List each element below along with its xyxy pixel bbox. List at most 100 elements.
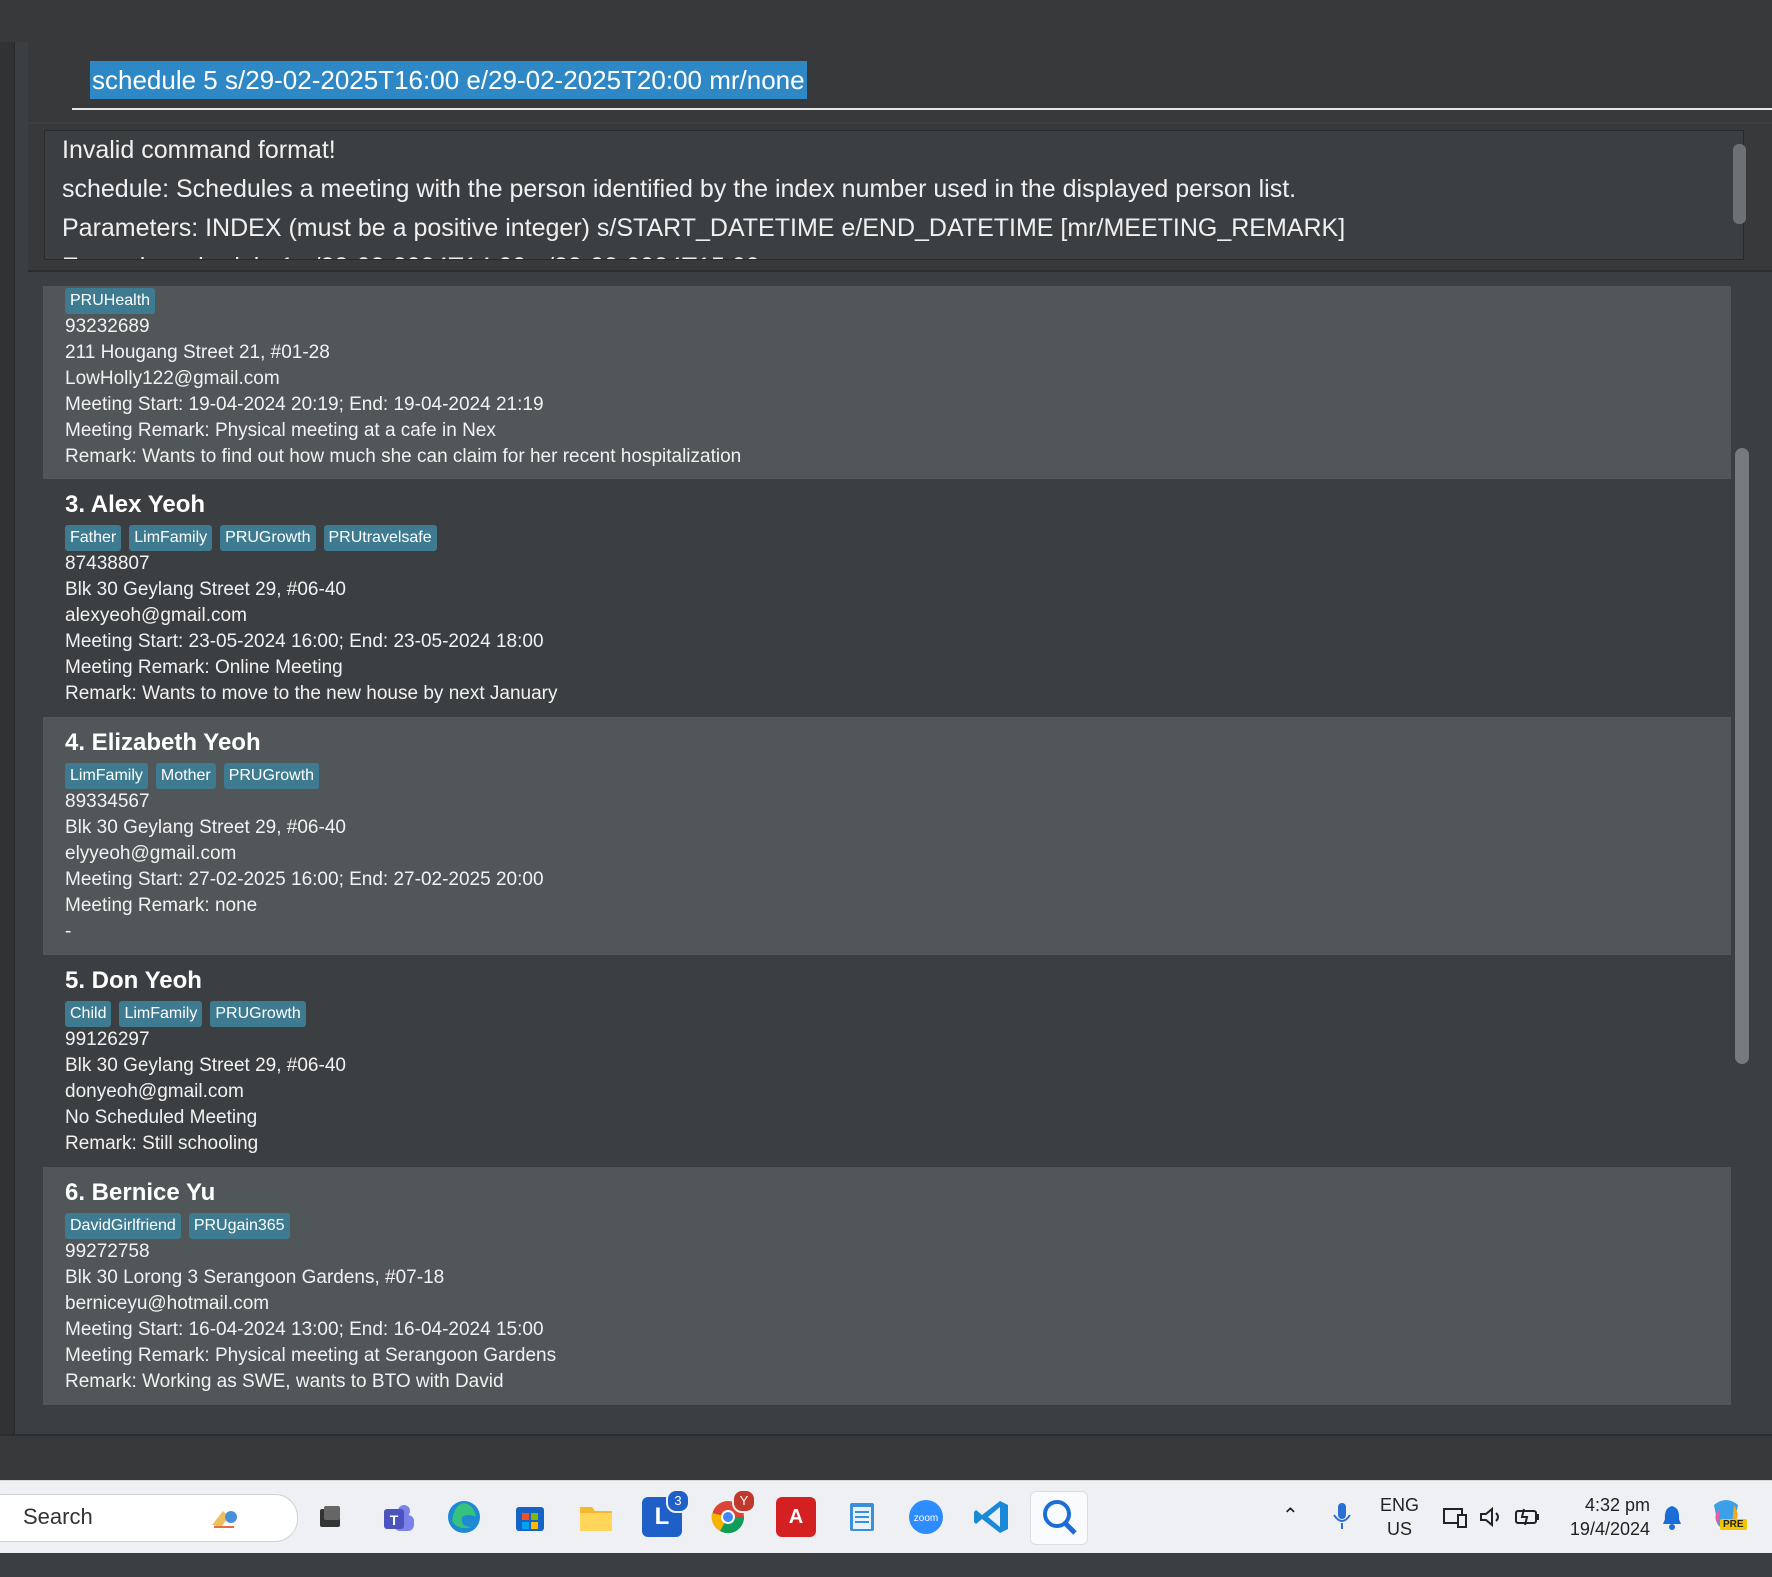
tag-row: PRUHealth: [65, 288, 1731, 314]
person-phone: 87438807: [65, 553, 150, 574]
chrome-icon[interactable]: Y: [708, 1489, 756, 1537]
result-display-container: Invalid command format! schedule: Schedu…: [28, 124, 1772, 272]
launcher-icon[interactable]: L 3: [642, 1489, 690, 1537]
command-box-container: schedule 5 s/29-02-2025T16:00 e/29-02-20…: [28, 42, 1772, 122]
person-meeting: Meeting Start: 27-02-2025 16:00; End: 27…: [65, 869, 544, 890]
teams-icon[interactable]: T: [378, 1497, 418, 1537]
search-label: Search: [23, 1504, 93, 1529]
person-remark: Remark: Wants to move to the new house b…: [65, 683, 558, 704]
launcher-badge: 3: [666, 1489, 690, 1513]
network-icon[interactable]: [1442, 1505, 1468, 1577]
person-address: Blk 30 Geylang Street 29, #06-40: [65, 817, 346, 838]
person-card[interactable]: PRUHealth 93232689 211 Hougang Street 21…: [43, 286, 1731, 479]
person-email: donyeoh@gmail.com: [65, 1081, 244, 1102]
clock-time: 4:32 pm: [1584, 1495, 1650, 1515]
command-text-selected: schedule 5 s/29-02-2025T16:00 e/29-02-20…: [90, 61, 807, 99]
tag: DavidGirlfriend: [65, 1213, 181, 1239]
person-address: Blk 30 Geylang Street 29, #06-40: [65, 1055, 346, 1076]
title-bar: [0, 0, 1772, 42]
person-name: 6. Bernice Yu: [65, 1179, 216, 1206]
clock-date: 19/4/2024: [1569, 1519, 1650, 1539]
person-list[interactable]: PRUHealth 93232689 211 Hougang Street 21…: [43, 286, 1731, 1406]
battery-icon[interactable]: [1514, 1505, 1542, 1577]
person-remark: -: [65, 921, 72, 942]
taskbar: Search T L 3 Y A zoom ⌃ ENG US 4:32 pm 1…: [0, 1480, 1772, 1553]
language-label: ENG: [1380, 1495, 1420, 1515]
person-meeting-remark: Meeting Remark: Physical meeting at a ca…: [65, 420, 496, 441]
microphone-icon[interactable]: [1330, 1501, 1354, 1573]
person-email: elyyeoh@gmail.com: [65, 843, 237, 864]
tag: Father: [65, 525, 122, 551]
person-remark: Remark: Working as SWE, wants to BTO wit…: [65, 1371, 504, 1392]
zoom-icon[interactable]: zoom: [906, 1497, 946, 1537]
person-address: 211 Hougang Street 21, #01-28: [65, 342, 330, 363]
address-book-window: schedule 5 s/29-02-2025T16:00 e/29-02-20…: [0, 0, 1772, 1482]
person-card[interactable]: 3. Alex Yeoh Father LimFamily PRUGrowth PRU…: [43, 479, 1731, 717]
person-email: LowHolly122@gmail.com: [65, 368, 280, 389]
tag: Child: [65, 1001, 112, 1027]
person-email: alexyeoh@gmail.com: [65, 605, 247, 626]
person-meeting-remark: Meeting Remark: none: [65, 895, 258, 916]
person-card[interactable]: 4. Elizabeth Yeoh LimFamily Mother PRUGrow…: [43, 717, 1731, 955]
clock[interactable]: 4:32 pm 19/4/2024: [1560, 1493, 1650, 1565]
person-address: Blk 30 Lorong 3 Serangoon Gardens, #07-1…: [65, 1267, 445, 1288]
svg-text:T: T: [390, 1512, 399, 1528]
result-line: Example: schedule 1 s/23-02-2024T14:00 e…: [62, 248, 1743, 259]
region-label: US: [1387, 1519, 1413, 1539]
person-phone: 99272758: [65, 1241, 150, 1262]
language-indicator[interactable]: ENG US: [1380, 1493, 1419, 1565]
person-meeting-remark: Meeting Remark: Physical meeting at Sera…: [65, 1345, 557, 1366]
search-app-icon[interactable]: [1030, 1491, 1088, 1545]
file-explorer-icon[interactable]: [576, 1497, 616, 1537]
person-meeting: Meeting Start: 16-04-2024 13:00; End: 16…: [65, 1319, 544, 1340]
tag-row: LimFamily Mother PRUGrowth: [65, 763, 1731, 789]
tag: LimFamily: [129, 525, 213, 551]
volume-icon[interactable]: [1478, 1505, 1504, 1577]
person-address: Blk 30 Geylang Street 29, #06-40: [65, 579, 346, 600]
person-meeting: Meeting Start: 23-05-2024 16:00; End: 23…: [65, 631, 544, 652]
acrobat-icon[interactable]: A: [776, 1497, 816, 1537]
person-meeting-remark: Meeting Remark: Online Meeting: [65, 657, 343, 678]
person-name: 4. Elizabeth Yeoh: [65, 729, 261, 756]
tag: LimFamily: [65, 763, 148, 789]
tag-row: Child LimFamily PRUGrowth: [65, 1001, 1731, 1027]
task-view-icon[interactable]: [310, 1497, 350, 1537]
person-meeting: No Scheduled Meeting: [65, 1107, 258, 1128]
person-name: 3. Alex Yeoh: [65, 491, 206, 518]
result-line: Parameters: INDEX (must be a positive in…: [62, 214, 1346, 242]
person-card[interactable]: 6. Bernice Yu DavidGirlfriend PRUgain365 …: [43, 1167, 1731, 1405]
person-phone: 93232689: [65, 316, 150, 337]
result-line: Invalid command format!: [62, 136, 336, 164]
search-highlight-icon: [209, 1503, 239, 1531]
person-card[interactable]: 5. Don Yeoh Child LimFamily PRUGrowth 9912…: [43, 955, 1731, 1167]
tag: PRUGrowth: [220, 525, 316, 551]
taskbar-search-box[interactable]: Search: [0, 1494, 298, 1542]
tag: Mother: [155, 763, 216, 789]
copilot-icon[interactable]: PRE: [1706, 1495, 1747, 1567]
window-left-edge: [0, 42, 15, 1434]
tag: PRUGrowth: [223, 763, 320, 789]
tag: PRUGrowth: [210, 1001, 306, 1027]
store-icon[interactable]: [510, 1497, 550, 1537]
svg-text:zoom: zoom: [914, 1513, 938, 1524]
notepad-icon[interactable]: [842, 1497, 882, 1537]
person-list-scrollbar[interactable]: [1735, 448, 1749, 1064]
tag: LimFamily: [119, 1001, 203, 1027]
person-phone: 99126297: [65, 1029, 150, 1050]
chrome-profile-badge: Y: [732, 1489, 756, 1513]
result-line: schedule: Schedules a meeting with the p…: [62, 175, 1297, 203]
tag: PRUHealth: [65, 288, 156, 314]
vscode-icon[interactable]: [972, 1497, 1012, 1537]
notification-bell-icon[interactable]: [1660, 1503, 1684, 1575]
edge-icon[interactable]: [444, 1497, 484, 1537]
result-scrollbar[interactable]: [1733, 144, 1746, 224]
tray-chevron-icon[interactable]: ⌃: [1282, 1503, 1299, 1575]
person-email: berniceyu@hotmail.com: [65, 1293, 270, 1314]
person-meeting: Meeting Start: 19-04-2024 20:19; End: 19…: [65, 394, 544, 415]
tag: PRUtravelsafe: [323, 525, 437, 551]
result-display[interactable]: Invalid command format! schedule: Schedu…: [44, 130, 1744, 260]
command-input[interactable]: schedule 5 s/29-02-2025T16:00 e/29-02-20…: [72, 58, 1772, 110]
person-phone: 89334567: [65, 791, 150, 812]
copilot-badge: PRE: [1720, 1519, 1747, 1530]
person-remark: Remark: Wants to find out how much she c…: [65, 446, 742, 467]
